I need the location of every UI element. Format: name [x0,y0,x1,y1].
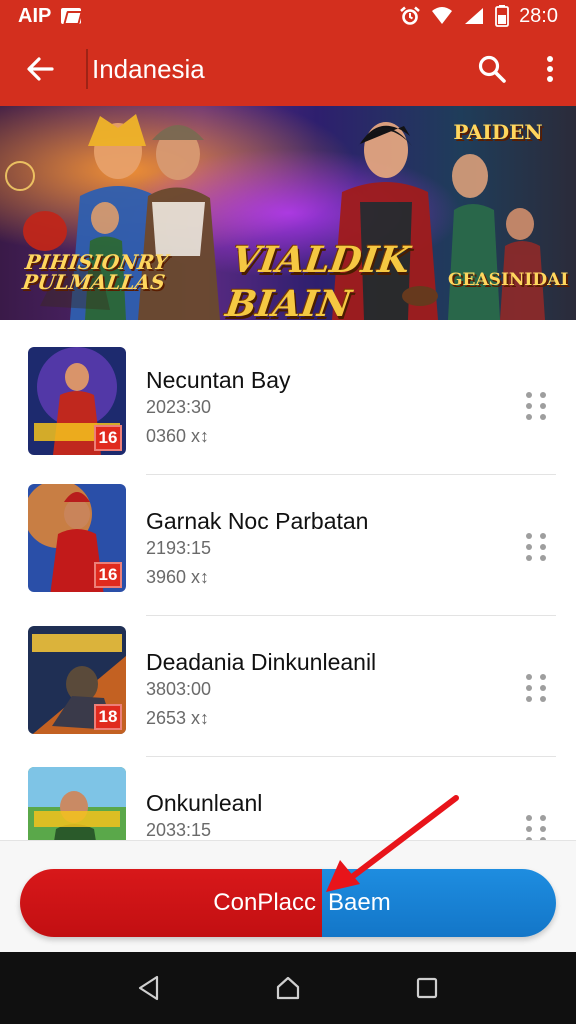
list-item[interactable]: 16 Garnak Noc Parbatan 2193:15 3960 x↕ [0,475,576,616]
bottom-action-area: ConPlacc Baem [0,840,576,952]
app-bar-divider [86,49,88,89]
carrier-label: AIP [18,4,52,27]
age-rating-badge: 16 [94,425,122,451]
list-item[interactable]: 16 Necuntan Bay 2023:30 0360 x↕ [0,334,576,475]
game-size: 0360 x↕ [146,426,210,446]
cta-label-left: ConPlacc [20,869,322,937]
game-thumbnail: 16 [28,347,126,455]
game-date: 2023:30 [146,397,212,417]
cta-label-right: Baem [322,869,556,937]
game-title: Garnak Noc Parbatan [146,508,369,534]
wifi-icon [432,7,453,24]
game-cover-art [28,767,126,840]
status-right: 28:0 [399,5,558,28]
game-title: Deadania Dinkunleanil [146,649,377,675]
age-rating-badge: 16 [94,562,122,588]
nav-back-button[interactable] [129,968,169,1008]
status-left: AIP [18,4,82,28]
app-screen: AIP 28:0 Indanesia VIALDIK BIAIN PIHISIO… [0,0,576,1024]
search-icon [478,55,506,83]
signal-icon [465,8,484,24]
item-options-button[interactable] [520,670,556,706]
status-bar: AIP 28:0 [0,0,576,32]
game-date: 2033:15 [146,820,212,840]
clock: 28:0 [519,4,558,27]
square-recents-icon [416,977,437,999]
age-rating-badge: 18 [94,704,122,730]
primary-action-button[interactable]: ConPlacc Baem [20,869,556,937]
banner-logo-right: PAIDEN [453,120,543,144]
list-item[interactable]: Onkunleanl 2033:15 [0,757,576,840]
nav-recents-button[interactable] [407,968,447,1008]
overflow-menu-button[interactable] [524,32,576,106]
game-list: 16 Necuntan Bay 2023:30 0360 x↕ 16 Garna… [0,320,576,840]
more-vert-icon [547,56,553,82]
banner-caption-right: GEASINIDAI [448,270,569,290]
game-title: Onkunleanl [146,790,263,816]
arrow-back-icon [27,57,54,81]
game-title: Necuntan Bay [146,367,291,393]
app-bar: Indanesia [0,32,576,106]
system-nav-bar [0,952,576,1024]
game-size: 2653 x↕ [146,708,210,728]
game-thumbnail: 16 [28,484,126,592]
page-title: Indanesia [92,53,205,84]
item-options-button[interactable] [520,811,556,840]
item-options-button[interactable] [520,388,556,424]
game-date: 3803:00 [146,679,212,699]
banner-logo-left: PIHISIONRY PULMALLAS [20,250,170,294]
back-button[interactable] [0,32,80,106]
triangle-back-icon [139,975,159,1001]
alarm-icon [400,6,420,25]
game-thumbnail [28,767,126,840]
home-icon [276,976,300,1000]
game-size: 3960 x↕ [146,567,210,587]
list-item[interactable]: 18 Deadania Dinkunleanil 3803:00 2653 x↕ [0,616,576,757]
battery-icon [495,5,509,27]
game-thumbnail: 18 [28,626,126,734]
game-date: 2193:15 [146,538,212,558]
nav-home-button[interactable] [268,968,308,1008]
item-options-button[interactable] [520,529,556,565]
banner-headline: VIALDIK BIAIN CHIOW [223,239,413,320]
notification-icon [61,8,82,24]
search-button[interactable] [460,32,524,106]
